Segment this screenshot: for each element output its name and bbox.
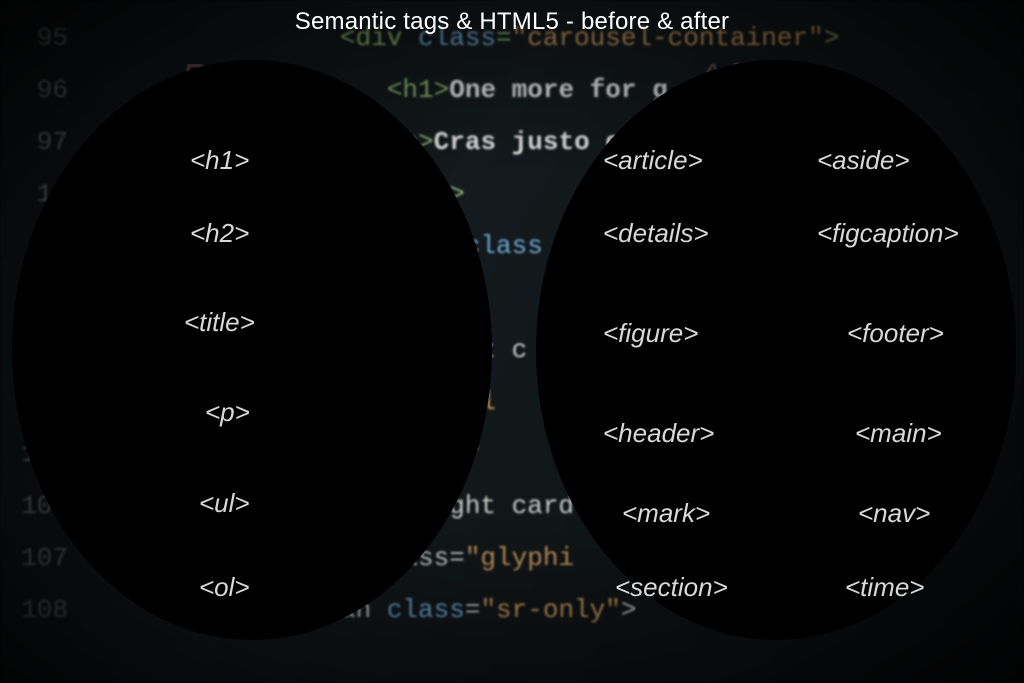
after-tag-2: <details> bbox=[603, 218, 709, 249]
after-tag-5: <footer> bbox=[847, 318, 944, 349]
before-tag-5: <ol> bbox=[199, 572, 250, 603]
after-tag-11: <time> bbox=[845, 572, 925, 603]
before-tag-4: <ul> bbox=[199, 488, 250, 519]
after-tag-0: <article> bbox=[603, 145, 703, 176]
after-tag-1: <aside> bbox=[817, 145, 910, 176]
after-tag-6: <header> bbox=[603, 418, 714, 449]
page-title: Semantic tags & HTML5 - before & after bbox=[0, 8, 1024, 36]
before-tag-3: <p> bbox=[205, 397, 250, 428]
before-circle bbox=[12, 60, 492, 640]
before-tag-1: <h2> bbox=[190, 218, 249, 249]
after-tag-7: <main> bbox=[855, 418, 942, 449]
before-tag-0: <h1> bbox=[190, 145, 249, 176]
after-tag-8: <mark> bbox=[622, 498, 710, 529]
after-tag-9: <nav> bbox=[858, 498, 930, 529]
before-tag-2: <title> bbox=[184, 307, 255, 338]
after-tag-10: <section> bbox=[615, 572, 728, 603]
after-tag-3: <figcaption> bbox=[817, 218, 959, 249]
after-tag-4: <figure> bbox=[603, 318, 698, 349]
